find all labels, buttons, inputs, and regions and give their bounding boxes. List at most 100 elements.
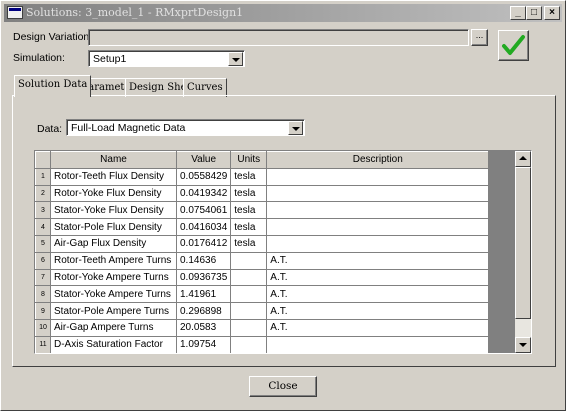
cell-description[interactable] <box>266 336 490 353</box>
cell-name[interactable]: Rotor-Teeth Ampere Turns <box>50 252 177 270</box>
scrollbar-thumb[interactable] <box>515 167 531 319</box>
solutions-window: Solutions: 3_model_1 - RMxprtDesign1 _ □… <box>0 0 566 411</box>
cell-units[interactable] <box>230 336 268 353</box>
cell-name[interactable]: Rotor-Teeth Flux Density <box>50 168 177 186</box>
cell-units[interactable]: tesla <box>230 201 268 220</box>
cell-units[interactable]: tesla <box>230 235 268 253</box>
cell-value[interactable]: 0.0416034 <box>176 218 232 236</box>
table-row[interactable]: 10 Air-Gap Ampere Turns 20.0583 A.T. <box>35 318 490 337</box>
cell-units[interactable]: tesla <box>230 168 268 186</box>
cell-description[interactable] <box>266 201 490 220</box>
cell-units[interactable] <box>230 302 268 320</box>
close-window-button[interactable]: × <box>544 6 560 20</box>
table-row[interactable]: 6 Rotor-Teeth Ampere Turns 0.14636 A.T. <box>35 251 490 270</box>
cell-value[interactable]: 0.0936735 <box>176 269 232 287</box>
simulation-selected-value: Setup1 <box>93 53 127 65</box>
data-label: Data: <box>37 123 63 135</box>
tab-solution-data[interactable]: Solution Data <box>14 75 92 97</box>
simulation-select[interactable]: Setup1 <box>88 50 245 67</box>
cell-value[interactable]: 0.14636 <box>176 252 232 270</box>
cell-name[interactable]: Air-Gap Flux Density <box>50 235 177 253</box>
cell-value[interactable]: 0.296898 <box>176 302 232 320</box>
chevron-down-icon[interactable] <box>228 52 243 66</box>
table-row[interactable]: 11 D-Axis Saturation Factor 1.09754 <box>35 335 490 353</box>
scroll-up-arrow-icon[interactable] <box>515 151 531 167</box>
row-number: 11 <box>35 335 51 353</box>
cell-description[interactable] <box>266 185 490 203</box>
table-header-row: Name Value Units Description <box>35 151 490 169</box>
cell-value[interactable]: 0.0419342 <box>176 185 232 203</box>
row-number: 7 <box>35 268 51 287</box>
close-button[interactable]: Close <box>249 376 317 397</box>
table-row[interactable]: 3 Stator-Yoke Flux Density 0.0754061 tesla <box>35 201 490 220</box>
cell-units[interactable] <box>230 285 268 304</box>
cell-description[interactable]: A.T. <box>266 252 490 270</box>
column-header-description[interactable]: Description <box>266 151 490 169</box>
table-row[interactable]: 4 Stator-Pole Flux Density 0.0416034 tesla <box>35 218 490 236</box>
row-number: 5 <box>35 234 51 253</box>
data-select[interactable]: Full-Load Magnetic Data <box>66 119 305 136</box>
cell-units[interactable] <box>230 269 268 287</box>
design-variation-label: Design Variation: <box>13 31 93 43</box>
row-number: 1 <box>35 167 51 186</box>
cell-description[interactable] <box>266 235 490 253</box>
cell-name[interactable]: D-Axis Saturation Factor <box>50 336 177 353</box>
maximize-button[interactable]: □ <box>526 6 542 20</box>
cell-description[interactable]: A.T. <box>266 302 490 320</box>
cell-value[interactable]: 20.0583 <box>176 319 232 337</box>
cell-units[interactable] <box>230 319 268 337</box>
window-title: Solutions: 3_model_1 - RMxprtDesign1 <box>26 6 244 19</box>
row-number: 6 <box>35 251 51 270</box>
table-row[interactable]: 9 Stator-Pole Ampere Turns 0.296898 A.T. <box>35 302 490 320</box>
cell-value[interactable]: 0.0754061 <box>176 201 232 220</box>
solution-data-table[interactable]: Name Value Units Description 1 Rotor-Teet… <box>34 150 532 354</box>
green-checkmark-icon <box>502 35 525 55</box>
cell-name[interactable]: Stator-Yoke Ampere Turns <box>50 285 177 304</box>
cell-value[interactable]: 0.0558429 <box>176 168 232 186</box>
cell-units[interactable]: tesla <box>230 185 268 203</box>
row-number: 9 <box>35 302 51 320</box>
column-header-value[interactable]: Value <box>175 151 232 169</box>
cell-value[interactable]: 0.0176412 <box>176 235 232 253</box>
cell-value[interactable]: 1.09754 <box>176 336 232 353</box>
data-grid: Name Value Units Description 1 Rotor-Teet… <box>35 151 490 353</box>
cell-description[interactable]: A.T. <box>266 285 490 304</box>
minimize-button[interactable]: _ <box>510 6 526 20</box>
row-number: 3 <box>35 201 51 220</box>
table-row[interactable]: 1 Rotor-Teeth Flux Density 0.0558429 tesla <box>35 167 490 186</box>
design-variation-field[interactable] <box>88 29 469 46</box>
cell-units[interactable]: tesla <box>230 218 268 236</box>
scroll-down-arrow-icon[interactable] <box>515 337 531 353</box>
vertical-scrollbar[interactable] <box>515 151 531 353</box>
cell-name[interactable]: Stator-Pole Flux Density <box>50 218 177 236</box>
chevron-down-icon[interactable] <box>288 121 303 135</box>
row-number: 4 <box>35 218 51 236</box>
cell-name[interactable]: Rotor-Yoke Flux Density <box>50 185 177 203</box>
cell-name[interactable]: Air-Gap Ampere Turns <box>50 319 177 337</box>
title-bar[interactable]: Solutions: 3_model_1 - RMxprtDesign1 _ □… <box>4 4 562 22</box>
corner-header[interactable] <box>35 151 51 169</box>
cell-description[interactable]: A.T. <box>266 319 490 337</box>
table-row[interactable]: 7 Rotor-Yoke Ampere Turns 0.0936735 A.T. <box>35 268 490 287</box>
ok-checkmark-button[interactable] <box>498 30 529 61</box>
table-row[interactable]: 5 Air-Gap Flux Density 0.0176412 tesla <box>35 234 490 253</box>
table-row[interactable]: 8 Stator-Yoke Ampere Turns 1.41961 A.T. <box>35 285 490 304</box>
design-variation-browse-button[interactable]: ... <box>471 29 488 46</box>
app-window-icon <box>7 6 23 19</box>
cell-name[interactable]: Rotor-Yoke Ampere Turns <box>50 269 177 287</box>
close-button-label: Close <box>268 380 298 392</box>
data-selected-value: Full-Load Magnetic Data <box>71 122 186 134</box>
cell-description[interactable] <box>266 218 490 236</box>
cell-name[interactable]: Stator-Pole Ampere Turns <box>50 302 177 320</box>
column-header-units[interactable]: Units <box>230 151 268 169</box>
cell-value[interactable]: 1.41961 <box>176 285 232 304</box>
row-number: 8 <box>35 285 51 304</box>
cell-description[interactable]: A.T. <box>266 269 490 287</box>
table-row[interactable]: 2 Rotor-Yoke Flux Density 0.0419342 tesla <box>35 184 490 203</box>
cell-name[interactable]: Stator-Yoke Flux Density <box>50 201 177 220</box>
cell-description[interactable] <box>266 168 490 186</box>
column-header-name[interactable]: Name <box>50 151 177 169</box>
cell-units[interactable] <box>230 252 268 270</box>
row-number: 10 <box>35 318 51 337</box>
row-number: 2 <box>35 184 51 203</box>
